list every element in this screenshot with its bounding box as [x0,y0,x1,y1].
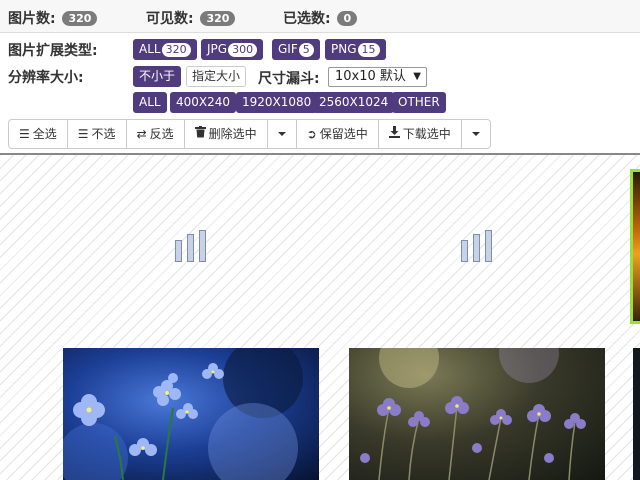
selected-count-badge: 0 [337,11,358,26]
size-filter-2560x1024[interactable]: 2560X1024 [313,92,395,113]
download-dropdown-toggle[interactable] [462,120,490,148]
action-toolbar: ☰ 全选 ☰ 不选 ⇄ 反选 删除选中 ➲ 保留选中 下载选中 [8,119,491,149]
caret-down-icon [277,132,286,136]
ext-tag-count: 300 [228,43,258,57]
chevron-down-icon: ▼ [413,71,421,82]
loading-bars-icon [175,230,207,262]
download-selected-button[interactable]: 下载选中 [379,120,462,148]
size-filter-400x240[interactable]: 400X240 [170,92,237,113]
ext-tag-count: 320 [161,43,191,57]
trash-icon [194,120,206,148]
ext-tag-count: 15 [357,43,380,57]
ext-type-label: 图片扩展类型: [8,43,98,59]
image-count-badge: 320 [62,11,98,26]
visible-count-stat: 可见数: 320 [146,8,236,28]
funnel-label: 尺寸漏斗: [258,71,320,87]
invert-selection-button[interactable]: ⇄ 反选 [127,120,185,148]
list-icon: ☰ [19,127,30,141]
loading-bars-icon [461,230,493,262]
size-filter-1920x1080[interactable]: 1920X1080 [236,92,318,113]
list-icon: ☰ [77,127,89,141]
delete-dropdown-toggle[interactable] [268,120,297,148]
funnel-select[interactable]: 10x10 默认 ▼ [328,67,427,87]
resolution-label: 分辨率大小: [8,70,84,86]
caret-down-icon [471,132,480,136]
ext-tag-count: 5 [298,43,314,57]
size-filter-all[interactable]: ALL [133,92,167,113]
select-all-button[interactable]: ☰ 全选 [9,120,68,148]
stats-bar: 图片数: 320 可见数: 320 已选数: 0 [0,0,640,33]
filter-panel: 图片扩展类型: ALL 320 JPG 300 GIF 5 PNG 15 分辨率大小: … [0,33,640,155]
gallery-image-thumb[interactable] [349,348,605,480]
mode-exact-size[interactable]: 指定大小 [186,66,247,87]
gallery-image-thumb[interactable] [633,348,640,480]
image-count-stat: 图片数: 320 [8,8,98,28]
keep-selected-button[interactable]: ➲ 保留选中 [297,120,379,148]
download-icon [388,120,400,148]
ext-tag-gif[interactable]: GIF 5 [272,39,320,60]
selected-count-stat: 已选数: 0 [283,8,358,28]
select-none-button[interactable]: ☰ 不选 [68,120,127,148]
delete-selected-button[interactable]: 删除选中 [185,120,268,148]
log-in-icon: ➲ [306,127,317,141]
gallery-image-thumb[interactable] [630,169,640,324]
image-gallery [0,155,640,480]
visible-count-label: 可见数: [146,11,194,27]
ext-tag-all[interactable]: ALL 320 [133,39,197,60]
gallery-image-thumb[interactable] [63,348,319,480]
ext-tag-jpg[interactable]: JPG 300 [201,39,264,60]
retweet-icon: ⇄ [136,127,147,141]
mode-not-less-than[interactable]: 不小于 [133,66,182,87]
size-filter-other[interactable]: OTHER [392,92,446,113]
visible-count-badge: 320 [200,11,236,26]
image-count-label: 图片数: [8,11,56,27]
ext-tag-png[interactable]: PNG 15 [325,39,386,60]
selected-count-label: 已选数: [283,11,331,27]
